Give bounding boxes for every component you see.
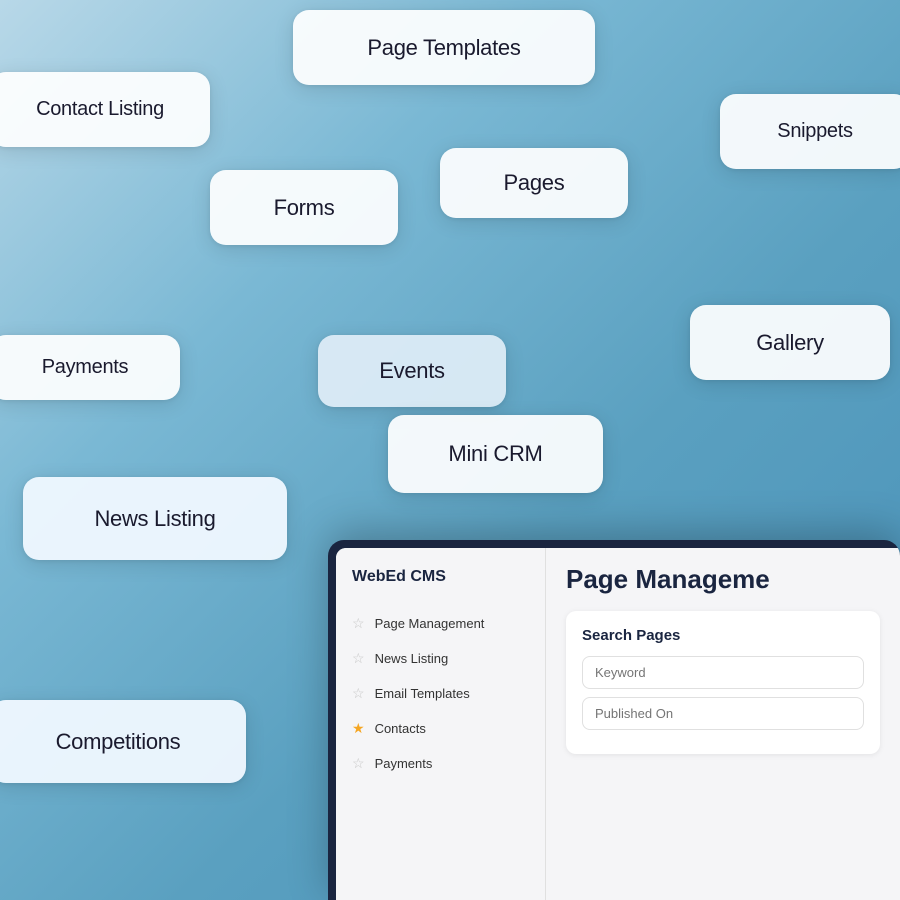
- main-content: Page Manageme Search Pages: [546, 548, 900, 900]
- card-mini-crm[interactable]: Mini CRM: [388, 415, 603, 493]
- sidebar-label-page-management: Page Management: [375, 616, 485, 631]
- device-window: WebEd CMS ☆ Page Management ☆ News Listi…: [328, 540, 900, 900]
- published-on-input[interactable]: [582, 697, 864, 730]
- star-icon-3: ☆: [352, 685, 365, 702]
- card-page-templates[interactable]: Page Templates: [293, 10, 595, 85]
- main-title: Page Manageme: [566, 564, 880, 595]
- star-icon-5: ☆: [352, 755, 365, 772]
- card-pages[interactable]: Pages: [440, 148, 628, 218]
- card-forms[interactable]: Forms: [210, 170, 398, 245]
- card-snippets[interactable]: Snippets: [720, 94, 900, 169]
- app-logo: WebEd CMS: [336, 568, 545, 606]
- sidebar-item-contacts[interactable]: ★ Contacts: [336, 711, 545, 746]
- card-news-listing[interactable]: News Listing: [23, 477, 287, 560]
- sidebar-item-payments[interactable]: ☆ Payments: [336, 746, 545, 781]
- star-icon-1: ☆: [352, 615, 365, 632]
- card-competitions[interactable]: Competitions: [0, 700, 246, 783]
- sidebar-item-news-listing[interactable]: ☆ News Listing: [336, 641, 545, 676]
- keyword-input[interactable]: [582, 656, 864, 689]
- card-payments[interactable]: Payments: [0, 335, 180, 400]
- star-icon-4: ★: [352, 720, 365, 737]
- card-contact-listing[interactable]: Contact Listing: [0, 72, 210, 147]
- sidebar: WebEd CMS ☆ Page Management ☆ News Listi…: [336, 548, 546, 900]
- sidebar-label-payments: Payments: [375, 756, 433, 771]
- sidebar-item-email-templates[interactable]: ☆ Email Templates: [336, 676, 545, 711]
- sidebar-label-news-listing: News Listing: [375, 651, 449, 666]
- search-panel-title: Search Pages: [582, 627, 864, 644]
- star-icon-2: ☆: [352, 650, 365, 667]
- device-inner: WebEd CMS ☆ Page Management ☆ News Listi…: [336, 548, 900, 900]
- sidebar-item-page-management[interactable]: ☆ Page Management: [336, 606, 545, 641]
- sidebar-label-email-templates: Email Templates: [375, 686, 470, 701]
- search-panel: Search Pages: [566, 611, 880, 754]
- card-events[interactable]: Events: [318, 335, 506, 407]
- sidebar-label-contacts: Contacts: [375, 721, 426, 736]
- card-gallery[interactable]: Gallery: [690, 305, 890, 380]
